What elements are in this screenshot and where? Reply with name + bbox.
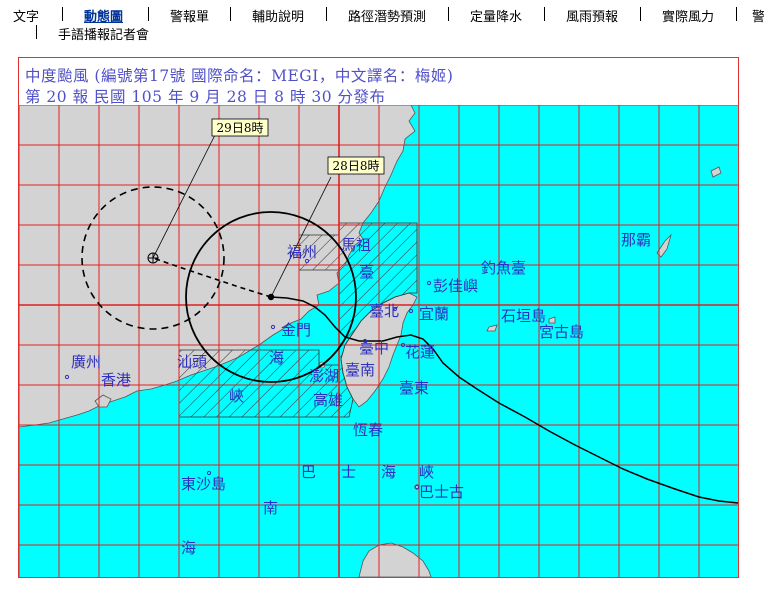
label-miyako: 宮古島 (539, 323, 584, 341)
label-south-hai: 海 (181, 539, 196, 557)
nav-tab-animation-map[interactable]: 動態圖 (84, 6, 123, 25)
label-mazu: 馬祖 (341, 236, 371, 254)
label-pengjiayu: 彭佳嶼 (433, 277, 478, 295)
label-basco: 巴士古 (419, 483, 464, 501)
nav-separator (640, 7, 641, 21)
label-south-nan: 南 (263, 499, 278, 517)
label-taichung: 臺中 (359, 339, 389, 357)
label-yilan: 宜蘭 (419, 305, 449, 323)
label-kinmen: 金門 (281, 321, 311, 339)
label-bashi-shi: 士 (341, 463, 356, 481)
label-guangzhou: 廣州 (71, 353, 101, 371)
current-time-label: 28日8時 (333, 159, 380, 173)
typhoon-map-panel: 中度颱風 (編號第17號 國際命名：MEGI，中文譯名：梅姬) 第 20 報 民… (18, 57, 739, 578)
nav-tab-help[interactable]: 輔助說明 (252, 6, 304, 25)
label-hualien: 花蓮 (405, 343, 435, 361)
label-diaoyutai: 釣魚臺 (481, 259, 526, 277)
nav-separator (62, 7, 63, 21)
nav-separator (36, 25, 37, 39)
bulletin-issue-time: 第 20 報 民國 105 年 9 月 28 日 8 時 30 分發布 (25, 88, 386, 106)
nav-tab-sign-language-briefing[interactable]: 手語播報記者會 (58, 24, 149, 43)
nav-tab-track-potential[interactable]: 路徑潛勢預測 (348, 6, 426, 25)
label-hongkong: 香港 (101, 371, 131, 389)
nav-tab-warning-truncated[interactable]: 警 (752, 6, 764, 25)
label-tainan: 臺南 (345, 361, 375, 379)
label-dongsha: 東沙島 (181, 475, 226, 493)
typhoon-track-map: 29日8時 28日8時 福州 馬祖 臺 釣魚臺 彭佳嶼 臺北 宜蘭 石垣島 宮古 (19, 105, 738, 577)
nav-separator (448, 7, 449, 21)
label-shantou: 汕頭 (177, 353, 207, 371)
label-bashi-xia: 峽 (419, 463, 434, 481)
label-bashi-hai: 海 (381, 463, 396, 481)
nav-separator (148, 7, 149, 21)
label-fuzhou: 福州 (287, 243, 317, 261)
label-kaohsiung: 高雄 (313, 391, 343, 409)
nav-separator (736, 7, 737, 21)
label-penghu: 澎湖 (309, 367, 339, 385)
label-taiwan: 臺 (359, 263, 374, 281)
nav-tab-rainfall[interactable]: 定量降水 (470, 6, 522, 25)
nav-separator (230, 7, 231, 21)
label-taipei: 臺北 (369, 302, 399, 320)
nav-tab-warning-sheet[interactable]: 警報單 (170, 6, 209, 25)
label-hengchun: 恆春 (353, 421, 383, 439)
nav-tab-text[interactable]: 文字 (13, 6, 39, 25)
nav-tab-actual-wind[interactable]: 實際風力 (662, 6, 714, 25)
nav-separator (544, 7, 545, 21)
nav-tab-wind-rain-forecast[interactable]: 風雨預報 (566, 6, 618, 25)
label-naha: 那霸 (621, 231, 651, 249)
label-taitung: 臺東 (399, 379, 429, 397)
top-navigation: 文字 動態圖 警報單 輔助說明 路徑潛勢預測 定量降水 風雨預報 實際風力 警 … (0, 0, 764, 44)
label-bashi-ba: 巴 (301, 463, 316, 481)
label-strait-xia: 峽 (229, 387, 244, 405)
typhoon-title: 中度颱風 (編號第17號 國際命名：MEGI，中文譯名：梅姬) (25, 67, 454, 85)
bulletin-header: 中度颱風 (編號第17號 國際命名：MEGI，中文譯名：梅姬) 第 20 報 民… (19, 58, 738, 106)
label-strait-hai: 海 (269, 349, 284, 367)
nav-separator (326, 7, 327, 21)
forecast-time-label: 29日8時 (217, 121, 264, 135)
